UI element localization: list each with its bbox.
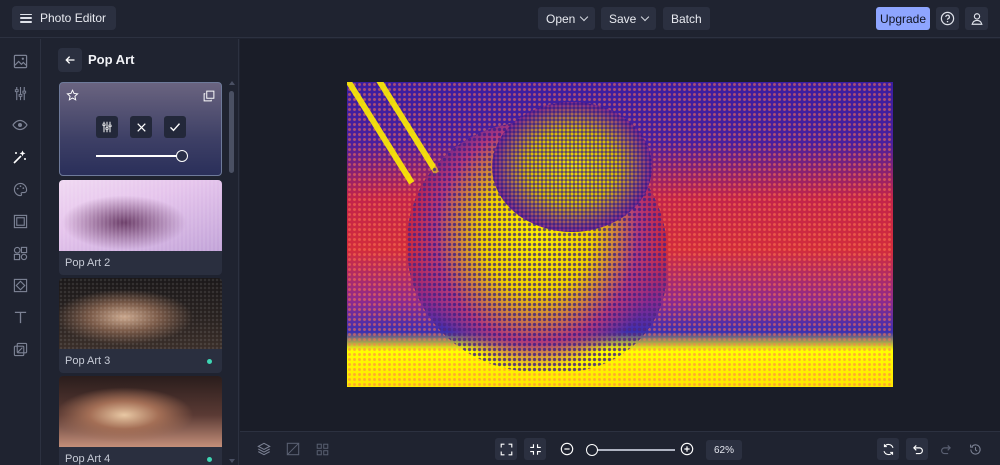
textures-icon[interactable] [11,340,29,358]
actual-size-button[interactable] [524,438,546,460]
plus-circle-icon [680,442,694,456]
open-label: Open [546,11,576,26]
minus-circle-icon [560,442,574,456]
account-button[interactable] [965,7,988,30]
preset-label: Pop Art 2 [65,257,111,269]
text-icon[interactable] [11,308,29,326]
check-icon [170,123,181,132]
palette-icon[interactable] [11,180,29,198]
preset-thumbnail [59,180,222,251]
fit-screen-button[interactable] [495,438,517,460]
preset-thumbnail [59,278,222,349]
user-icon [970,12,983,25]
reset-button[interactable] [877,438,899,460]
redo-icon [940,444,951,454]
save-label: Save [609,11,637,26]
adjust-icon[interactable] [11,84,29,102]
shrink-icon [529,443,541,455]
close-icon [136,122,146,132]
preset-thumbnail [59,376,222,447]
scroll-down-arrow[interactable] [229,459,235,463]
canvas-area [240,39,1000,431]
batch-label: Batch [671,11,702,26]
photo-subject-head [492,102,652,232]
zoom-level[interactable]: 62% [706,440,742,460]
redo-button[interactable] [935,438,957,460]
layers-icon[interactable] [253,438,275,460]
history-icon [969,443,981,455]
panel-title: Pop Art [88,52,135,67]
hamburger-icon [20,13,32,23]
undo-button[interactable] [906,438,928,460]
preset-label: Pop Art 4 [65,453,111,465]
zoom-slider-track[interactable] [591,449,675,451]
top-bar: Photo Editor Open Save Batch Upgrade [0,0,1000,38]
overlay-icon[interactable] [11,276,29,294]
zoom-in-button[interactable] [676,438,698,460]
save-button[interactable]: Save [601,7,657,30]
preset-label: Pop Art 3 [65,355,111,367]
help-icon [940,11,955,26]
chevron-down-icon [580,12,589,22]
new-badge [207,457,212,462]
scroll-up-arrow[interactable] [229,81,235,85]
compare-icon[interactable] [282,438,304,460]
zoom-out-button[interactable] [556,438,578,460]
preset-pop-art-3[interactable]: Pop Art 3 [59,278,222,373]
back-button[interactable] [58,48,82,72]
new-badge [207,359,212,364]
intensity-slider-track[interactable] [96,155,180,157]
batch-button[interactable]: Batch [663,7,710,30]
open-button[interactable]: Open [538,7,596,30]
eye-icon[interactable] [11,116,29,134]
zoom-slider-handle[interactable] [586,444,598,456]
preset-pop-art-4[interactable]: Pop Art 4 [59,376,222,465]
active-preset-card [59,82,222,176]
effects-icon[interactable] [11,148,29,166]
refresh-icon [883,443,893,455]
frame-icon[interactable] [11,212,29,230]
main-menu-button[interactable]: Photo Editor [12,6,117,30]
effects-panel: Pop Art Pop Art 2 Pop Art 3 Pop Art 4 [42,39,239,465]
help-button[interactable] [936,7,959,30]
duplicate-icon[interactable] [203,89,215,107]
edited-photo[interactable] [347,82,893,387]
sliders-icon [102,121,112,133]
panel-scrollbar[interactable] [229,91,234,173]
grid-icon[interactable] [311,438,333,460]
apply-button[interactable] [164,116,186,138]
graphics-icon[interactable] [11,244,29,262]
bottom-bar: 62% [240,431,1000,465]
arrow-left-icon [65,56,75,64]
intensity-slider-handle[interactable] [176,150,188,162]
chevron-down-icon [641,12,650,22]
star-icon[interactable] [66,89,79,107]
preset-settings-button[interactable] [96,116,118,138]
app-title: Photo Editor [40,11,107,25]
undo-icon [912,444,923,454]
expand-icon [500,443,512,455]
tool-rail [0,39,41,465]
cancel-button[interactable] [130,116,152,138]
upgrade-button[interactable]: Upgrade [876,7,930,30]
image-icon[interactable] [11,52,29,70]
preset-pop-art-2[interactable]: Pop Art 2 [59,180,222,275]
history-button[interactable] [964,438,986,460]
